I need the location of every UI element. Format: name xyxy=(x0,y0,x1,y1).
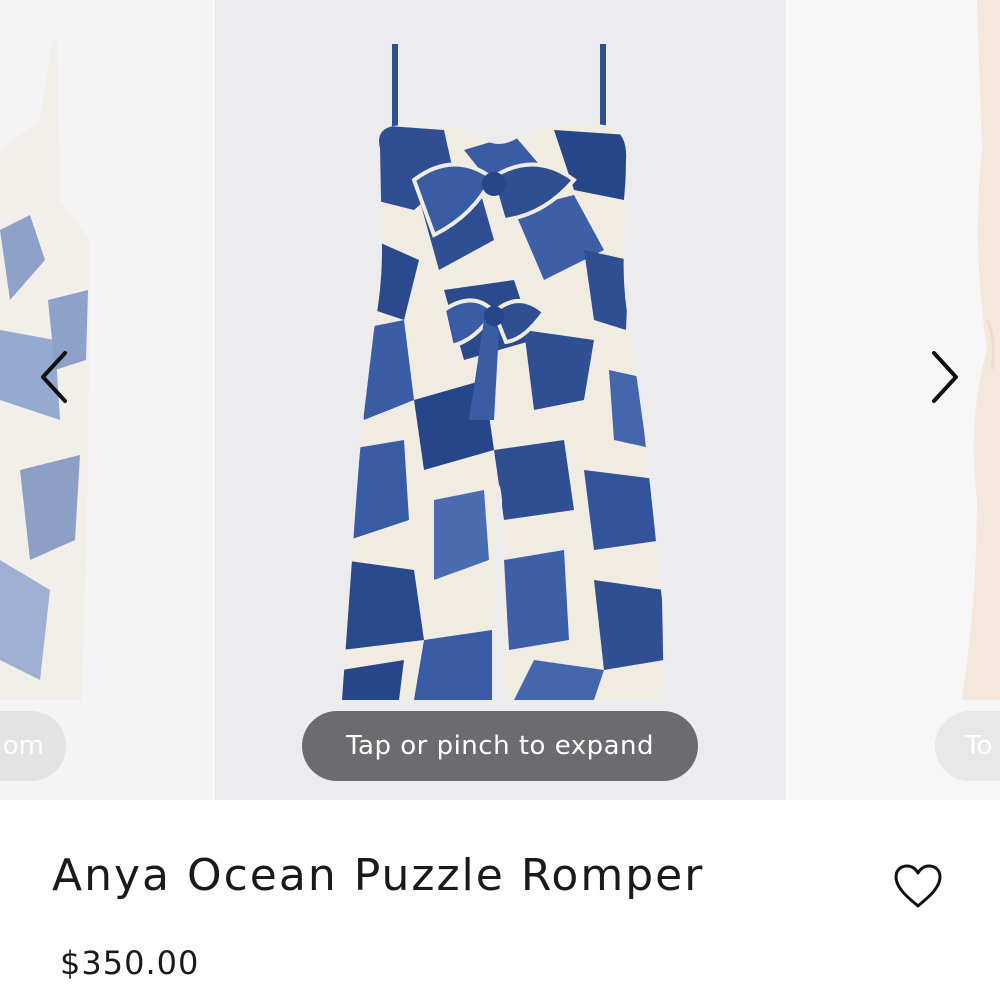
product-price: $350.00 xyxy=(60,944,200,982)
expand-hint[interactable]: Tap or pinch to expand xyxy=(302,711,698,781)
product-title: Anya Ocean Puzzle Romper xyxy=(52,850,705,901)
carousel-prev-button[interactable] xyxy=(25,340,85,410)
carousel-slide-current[interactable] xyxy=(214,0,786,800)
wishlist-button[interactable] xyxy=(888,858,948,914)
chevron-right-icon xyxy=(932,351,958,403)
product-page: om Tap or pinch to expand To Anya Ocean … xyxy=(0,0,1000,1000)
chevron-left-icon xyxy=(41,351,67,403)
romper-product-image xyxy=(342,44,664,700)
image-carousel[interactable]: om Tap or pinch to expand To xyxy=(0,0,1000,800)
expand-hint-next: To xyxy=(935,711,1000,781)
carousel-next-button[interactable] xyxy=(914,340,974,410)
heart-outline-icon xyxy=(894,864,942,908)
